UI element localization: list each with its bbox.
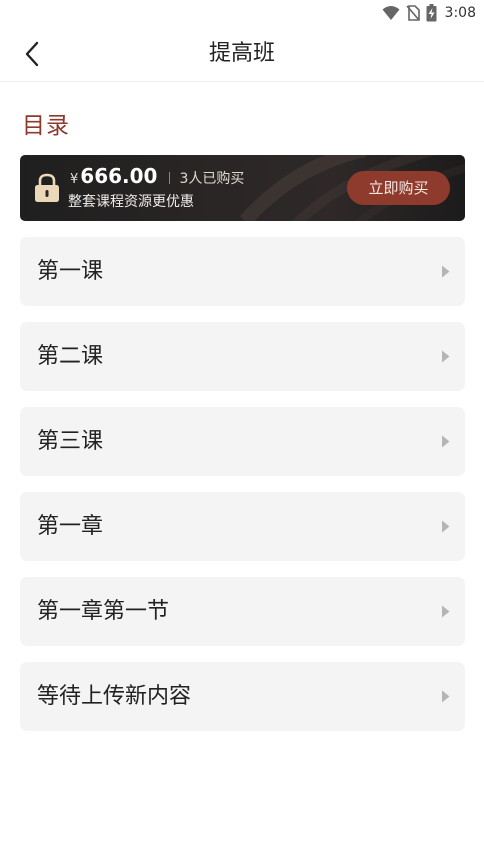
status-bar: 3:08	[0, 0, 484, 26]
lesson-label: 第三课	[37, 429, 104, 454]
section-title: 目录	[22, 113, 70, 139]
lesson-label: 第一章第一节	[37, 599, 170, 624]
play-arrow-icon	[442, 520, 450, 533]
wifi-icon	[382, 6, 400, 20]
lesson-list: 第一课 第二课 第三课 第一章 第一章第一节 等待上传新内容	[20, 237, 465, 747]
play-arrow-icon	[442, 435, 450, 448]
lock-icon	[35, 173, 59, 202]
no-sim-icon	[405, 5, 420, 21]
price-value: 666.00	[80, 164, 158, 188]
nav-bar: 提高班	[0, 26, 484, 82]
lesson-label: 第一课	[37, 259, 104, 284]
list-item[interactable]: 第三课	[20, 407, 465, 476]
status-icons: 3:08	[382, 4, 476, 22]
play-arrow-icon	[442, 350, 450, 363]
battery-charging-icon	[426, 4, 437, 22]
buy-now-button[interactable]: 立即购买	[347, 171, 450, 205]
banner-subtitle: 整套课程资源更优惠	[68, 194, 194, 210]
list-item[interactable]: 第二课	[20, 322, 465, 391]
price-divider	[169, 172, 171, 184]
chevron-left-icon	[25, 41, 39, 67]
play-arrow-icon	[442, 690, 450, 703]
purchase-banner: ¥ 666.00 3人已购买 整套课程资源更优惠 立即购买	[20, 155, 465, 221]
back-button[interactable]	[16, 38, 48, 70]
price-currency: ¥	[70, 172, 79, 187]
buyers-count: 3人已购买	[179, 171, 245, 187]
status-time: 3:08	[444, 5, 476, 21]
lesson-label: 第二课	[37, 344, 104, 369]
page-title: 提高班	[208, 41, 275, 66]
list-item[interactable]: 第一课	[20, 237, 465, 306]
list-item[interactable]: 第一章第一节	[20, 577, 465, 646]
play-arrow-icon	[442, 265, 450, 278]
lesson-label: 等待上传新内容	[37, 684, 192, 709]
price-row: ¥ 666.00 3人已购买	[70, 164, 244, 188]
list-item[interactable]: 第一章	[20, 492, 465, 561]
list-item[interactable]: 等待上传新内容	[20, 662, 465, 731]
lesson-label: 第一章	[37, 514, 104, 539]
play-arrow-icon	[442, 605, 450, 618]
